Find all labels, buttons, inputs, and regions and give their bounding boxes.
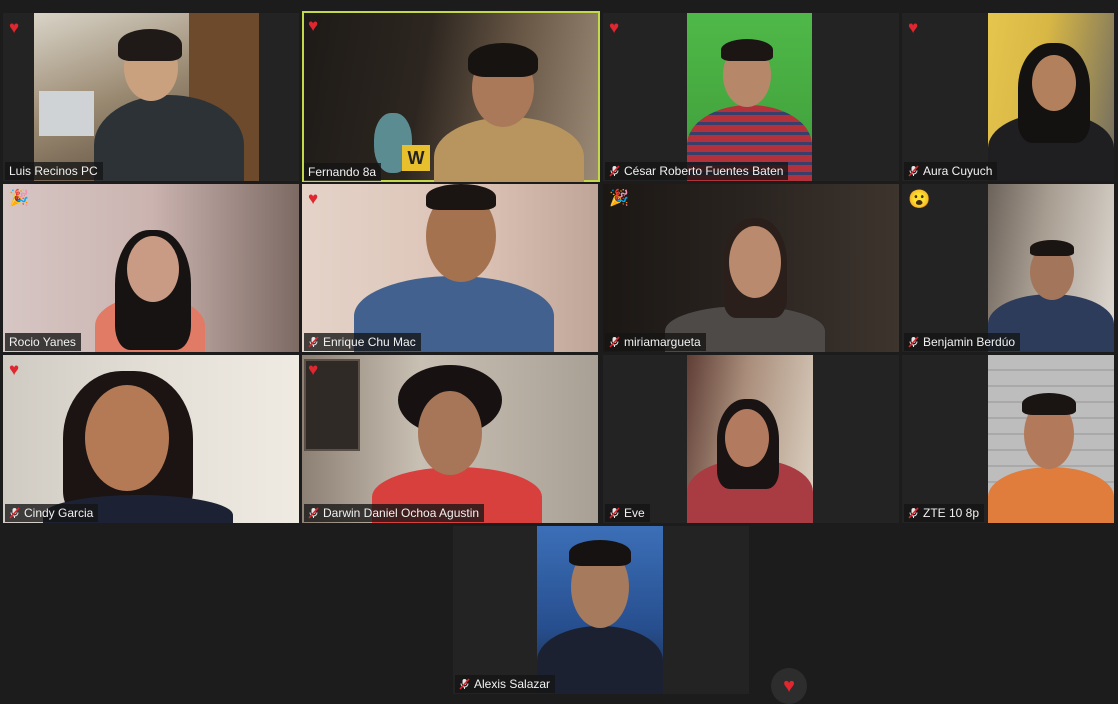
heart-reaction-icon: ♥ [609,18,620,37]
participant-name-label: Benjamin Berdúo [904,333,1021,351]
participant-tile-rocio[interactable]: 🎉 Rocio Yanes [3,184,299,352]
video-feed [302,355,598,523]
person-head [127,236,179,302]
participant-tile-zte[interactable]: ZTE 10 8p [902,355,1114,523]
participant-tile-luis[interactable]: ♥ Luis Recinos PC [3,13,299,181]
participant-name-label: Cindy Garcia [5,504,99,522]
participant-tile-benjamin[interactable]: 😮 Benjamin Berdúo [902,184,1114,352]
person-head [418,391,482,475]
participant-name-label: Luis Recinos PC [5,162,103,180]
heart-icon: ♥ [783,674,795,697]
participant-tile-cindy[interactable]: ♥ Cindy Garcia [3,355,299,523]
participant-name-label: miriamargueta [605,333,706,351]
heart-reaction-icon: ♥ [308,189,319,208]
participant-tile-cesar[interactable]: ♥ César Roberto Fuentes Baten [603,13,899,181]
video-feed [988,13,1114,181]
mic-muted-icon [308,336,319,348]
hair [1030,240,1074,256]
mic-muted-icon [459,678,470,690]
participant-tile-aura[interactable]: ♥ Aura Cuyuch [902,13,1114,181]
monitor [39,91,94,136]
person-head [725,409,769,467]
video-feed [537,526,663,694]
mic-muted-icon [609,507,620,519]
participant-tile-eve[interactable]: Eve [603,355,899,523]
participant-name-label: Fernando 8a [304,163,382,181]
participant-tile-alexis[interactable]: Alexis Salazar [453,526,749,694]
participant-name-label: Alexis Salazar [455,675,556,693]
hair [721,39,773,61]
video-feed [687,13,812,181]
participant-name-label: Darwin Daniel Ochoa Agustin [304,504,485,522]
mic-muted-icon [609,336,620,348]
heart-reaction-icon: ♥ [9,18,20,37]
person-body [537,626,663,694]
w-sign: W [402,145,430,171]
heart-reaction-icon: ♥ [9,360,20,379]
face [1032,55,1076,111]
video-feed [3,184,299,352]
surprised-face-icon: 😮 [908,189,931,209]
heart-reaction-icon: ♥ [308,360,319,379]
party-popper-icon: 🎉 [9,190,29,207]
hair [468,43,538,77]
party-popper-icon: 🎉 [609,190,629,207]
mic-muted-icon [908,165,919,177]
heart-reaction-icon: ♥ [908,18,919,37]
participant-tile-miriam[interactable]: 🎉 miriamargueta [603,184,899,352]
hair [1022,393,1076,415]
mic-muted-icon [609,165,620,177]
video-feed [302,184,598,352]
participant-name-label: Eve [605,504,650,522]
participant-tile-enrique[interactable]: ♥ Enrique Chu Mac [302,184,598,352]
participant-name-label: ZTE 10 8p [904,504,985,522]
person-head [85,385,169,491]
hair [426,184,496,210]
mic-muted-icon [908,336,919,348]
heart-reaction-icon: ♥ [308,16,319,35]
participant-tile-fernando[interactable]: W ♥ Fernando 8a [302,11,600,182]
participant-name-label: Rocio Yanes [5,333,81,351]
reaction-heart-button[interactable]: ♥ [771,668,807,704]
hair [118,29,182,61]
participant-name-label: Enrique Chu Mac [304,333,421,351]
video-feed [988,184,1114,352]
mic-muted-icon [908,507,919,519]
person-head [729,226,781,298]
participant-name-label: César Roberto Fuentes Baten [605,162,789,180]
video-feed [988,355,1114,523]
mic-muted-icon [9,507,20,519]
video-feed: W [304,13,598,182]
participant-name-label: Aura Cuyuch [904,162,998,180]
video-feed [3,355,299,523]
mic-muted-icon [308,507,319,519]
participant-tile-darwin[interactable]: ♥ Darwin Daniel Ochoa Agustin [302,355,598,523]
hair [569,540,631,566]
person-body [434,117,584,182]
video-feed [603,184,899,352]
person-body [988,467,1114,523]
video-feed [687,355,813,523]
video-feed [34,13,259,181]
